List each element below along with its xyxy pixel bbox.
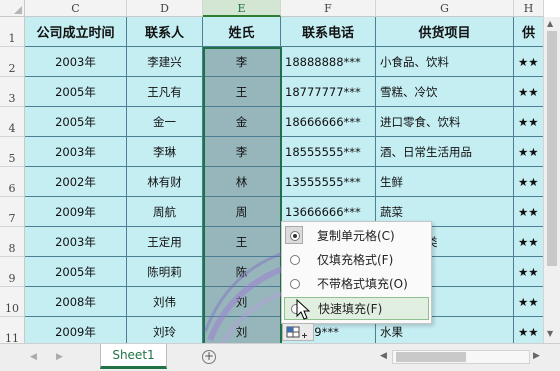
- table-cell[interactable]: 陈: [203, 257, 281, 287]
- table-cell[interactable]: 18777777***: [281, 77, 376, 107]
- row-header-5[interactable]: 5: [0, 137, 25, 167]
- tab-sheet1[interactable]: Sheet1: [100, 344, 167, 369]
- radio-icon: [290, 254, 300, 265]
- vertical-scroll-thumb[interactable]: [547, 31, 557, 266]
- column-header-e[interactable]: E: [203, 0, 281, 17]
- row-header-9[interactable]: 9: [0, 257, 25, 287]
- header-cell[interactable]: 供货项目: [376, 17, 514, 47]
- header-cell[interactable]: 联系电话: [281, 17, 376, 47]
- table-cell[interactable]: 王: [203, 227, 281, 257]
- table-cell[interactable]: ★★: [514, 47, 544, 77]
- scroll-left-icon[interactable]: ◀: [380, 351, 387, 361]
- menu-item-fill-formatting-only[interactable]: 仅填充格式(F): [284, 248, 429, 271]
- sheet-tab-bar: ◀ ▶ Sheet1 + ◀ ▶: [0, 343, 560, 371]
- row-header-8[interactable]: 8: [0, 227, 25, 257]
- scroll-down-icon[interactable]: ▼: [547, 329, 553, 338]
- column-header-f[interactable]: F: [281, 0, 376, 17]
- row-header-10[interactable]: 10: [0, 287, 25, 317]
- table-cell[interactable]: 13555555***: [281, 167, 376, 197]
- header-cell[interactable]: 联系人: [127, 17, 203, 47]
- row-header-6[interactable]: 6: [0, 167, 25, 197]
- table-cell[interactable]: 周: [203, 197, 281, 227]
- table-cell[interactable]: 刘伟: [127, 287, 203, 317]
- header-cell[interactable]: 公司成立时间: [25, 17, 127, 47]
- menu-item-label: 仅填充格式(F): [317, 253, 394, 267]
- table-cell[interactable]: 李琳: [127, 137, 203, 167]
- radio-icon: [290, 278, 300, 289]
- table-cell[interactable]: ★★: [514, 137, 544, 167]
- table-cell[interactable]: ★★: [514, 107, 544, 137]
- row-header-3[interactable]: 3: [0, 77, 25, 107]
- column-header-h[interactable]: H: [514, 0, 544, 17]
- vertical-scrollbar[interactable]: ▲ ▼: [543, 17, 560, 343]
- table-cell[interactable]: ★★: [514, 197, 544, 227]
- column-header-g[interactable]: G: [376, 0, 514, 17]
- table-cell[interactable]: 生鲜: [376, 167, 514, 197]
- table-cell[interactable]: 林: [203, 167, 281, 197]
- table-cell[interactable]: 李建兴: [127, 47, 203, 77]
- radio-icon: [290, 230, 300, 241]
- tab-label: Sheet1: [112, 348, 155, 362]
- table-cell[interactable]: ★★: [514, 257, 544, 287]
- table-cell[interactable]: 2003年: [25, 137, 127, 167]
- row-header-1[interactable]: 1: [0, 17, 25, 47]
- table-cell[interactable]: 酒、日常生活用品: [376, 137, 514, 167]
- table-cell[interactable]: 2003年: [25, 227, 127, 257]
- table-cell[interactable]: 雪糕、冷饮: [376, 77, 514, 107]
- scroll-right-icon[interactable]: ▶: [533, 351, 540, 361]
- table-cell[interactable]: 2003年: [25, 47, 127, 77]
- scroll-up-icon[interactable]: ▲: [547, 19, 553, 28]
- tab-prev-icon[interactable]: ◀: [30, 352, 37, 362]
- table-cell[interactable]: 金: [203, 107, 281, 137]
- menu-item-label: 不带格式填充(O): [317, 277, 408, 291]
- table-cell[interactable]: ★★: [514, 167, 544, 197]
- table-cell[interactable]: 2009年: [25, 197, 127, 227]
- header-cell[interactable]: 供: [514, 17, 544, 47]
- menu-item-label: 复制单元格(C): [317, 229, 395, 243]
- table-cell[interactable]: 18666666***: [281, 107, 376, 137]
- table-cell[interactable]: 王: [203, 77, 281, 107]
- table-cell[interactable]: 李: [203, 47, 281, 77]
- table-cell[interactable]: 进口零食、饮料: [376, 107, 514, 137]
- table-cell[interactable]: 金一: [127, 107, 203, 137]
- table-cell[interactable]: ★★: [514, 227, 544, 257]
- spreadsheet: CDEFGH 1 2 3 4 5 6 7 8 9 10 11 公司成立时间 联系人 姓氏 联系电话 供货项目…: [0, 0, 560, 371]
- autofill-options-button[interactable]: [282, 323, 314, 341]
- table-cell[interactable]: 2002年: [25, 167, 127, 197]
- horizontal-scrollbar[interactable]: ◀ ▶: [378, 348, 544, 366]
- menu-item-copy-cells[interactable]: 复制单元格(C): [284, 224, 429, 247]
- table-cell[interactable]: 王凡有: [127, 77, 203, 107]
- table-cell[interactable]: 2005年: [25, 107, 127, 137]
- row-header-2[interactable]: 2: [0, 47, 25, 77]
- add-sheet-icon[interactable]: +: [202, 350, 216, 364]
- horizontal-scroll-thumb[interactable]: [396, 352, 466, 362]
- table-cell[interactable]: 李: [203, 137, 281, 167]
- menu-item-fill-without-formatting[interactable]: 不带格式填充(O): [284, 272, 429, 295]
- table-cell[interactable]: 陈明莉: [127, 257, 203, 287]
- mouse-cursor-icon: [296, 299, 311, 320]
- row-header-4[interactable]: 4: [0, 107, 25, 137]
- tab-next-icon[interactable]: ▶: [56, 352, 63, 362]
- row-header-7[interactable]: 7: [0, 197, 25, 227]
- column-header-d[interactable]: D: [127, 0, 203, 17]
- table-cell[interactable]: 周航: [127, 197, 203, 227]
- table-cell[interactable]: 林有财: [127, 167, 203, 197]
- table-cell[interactable]: 18888888***: [281, 47, 376, 77]
- table-cell[interactable]: 18555555***: [281, 137, 376, 167]
- table-cell[interactable]: ★★: [514, 77, 544, 107]
- autofill-options-icon: [286, 326, 307, 338]
- table-cell[interactable]: ★★: [514, 287, 544, 317]
- header-cell[interactable]: 姓氏: [203, 17, 281, 47]
- table-cell[interactable]: 2008年: [25, 287, 127, 317]
- table-cell[interactable]: 2005年: [25, 77, 127, 107]
- menu-item-label: 快速填充(F): [318, 302, 383, 316]
- table-cell[interactable]: 2005年: [25, 257, 127, 287]
- table-cell[interactable]: 小食品、饮料: [376, 47, 514, 77]
- table-cell[interactable]: 刘: [203, 287, 281, 317]
- table-cell[interactable]: 王定用: [127, 227, 203, 257]
- select-all-corner[interactable]: [0, 0, 25, 17]
- column-header-c[interactable]: C: [25, 0, 127, 17]
